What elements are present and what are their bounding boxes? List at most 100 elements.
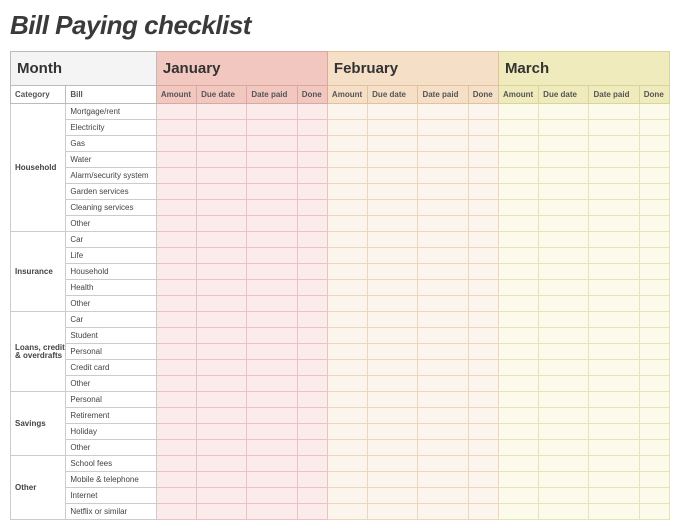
data-cell[interactable] <box>418 312 468 328</box>
data-cell[interactable] <box>368 232 418 248</box>
data-cell[interactable] <box>468 312 498 328</box>
data-cell[interactable] <box>589 120 639 136</box>
data-cell[interactable] <box>539 216 589 232</box>
data-cell[interactable] <box>498 152 538 168</box>
data-cell[interactable] <box>589 152 639 168</box>
data-cell[interactable] <box>368 120 418 136</box>
data-cell[interactable] <box>327 488 367 504</box>
data-cell[interactable] <box>156 376 196 392</box>
data-cell[interactable] <box>297 152 327 168</box>
data-cell[interactable] <box>327 440 367 456</box>
data-cell[interactable] <box>639 344 669 360</box>
data-cell[interactable] <box>418 264 468 280</box>
data-cell[interactable] <box>589 392 639 408</box>
data-cell[interactable] <box>639 248 669 264</box>
data-cell[interactable] <box>297 104 327 120</box>
data-cell[interactable] <box>156 264 196 280</box>
data-cell[interactable] <box>247 312 297 328</box>
data-cell[interactable] <box>297 312 327 328</box>
data-cell[interactable] <box>418 168 468 184</box>
data-cell[interactable] <box>197 488 247 504</box>
data-cell[interactable] <box>297 280 327 296</box>
data-cell[interactable] <box>368 360 418 376</box>
data-cell[interactable] <box>418 232 468 248</box>
data-cell[interactable] <box>297 264 327 280</box>
data-cell[interactable] <box>418 104 468 120</box>
data-cell[interactable] <box>327 280 367 296</box>
data-cell[interactable] <box>297 168 327 184</box>
data-cell[interactable] <box>539 504 589 520</box>
data-cell[interactable] <box>498 376 538 392</box>
data-cell[interactable] <box>418 488 468 504</box>
data-cell[interactable] <box>498 344 538 360</box>
data-cell[interactable] <box>639 280 669 296</box>
data-cell[interactable] <box>468 296 498 312</box>
data-cell[interactable] <box>639 328 669 344</box>
data-cell[interactable] <box>418 120 468 136</box>
data-cell[interactable] <box>539 456 589 472</box>
data-cell[interactable] <box>498 104 538 120</box>
data-cell[interactable] <box>247 488 297 504</box>
data-cell[interactable] <box>468 328 498 344</box>
data-cell[interactable] <box>156 232 196 248</box>
data-cell[interactable] <box>197 344 247 360</box>
data-cell[interactable] <box>639 168 669 184</box>
data-cell[interactable] <box>498 168 538 184</box>
data-cell[interactable] <box>197 312 247 328</box>
data-cell[interactable] <box>418 392 468 408</box>
data-cell[interactable] <box>197 152 247 168</box>
data-cell[interactable] <box>247 392 297 408</box>
data-cell[interactable] <box>297 504 327 520</box>
data-cell[interactable] <box>156 472 196 488</box>
data-cell[interactable] <box>589 168 639 184</box>
data-cell[interactable] <box>468 152 498 168</box>
data-cell[interactable] <box>639 360 669 376</box>
data-cell[interactable] <box>156 328 196 344</box>
data-cell[interactable] <box>247 168 297 184</box>
data-cell[interactable] <box>418 456 468 472</box>
data-cell[interactable] <box>639 312 669 328</box>
data-cell[interactable] <box>197 408 247 424</box>
data-cell[interactable] <box>498 312 538 328</box>
data-cell[interactable] <box>418 200 468 216</box>
data-cell[interactable] <box>539 184 589 200</box>
data-cell[interactable] <box>539 248 589 264</box>
data-cell[interactable] <box>468 360 498 376</box>
data-cell[interactable] <box>197 104 247 120</box>
data-cell[interactable] <box>639 184 669 200</box>
data-cell[interactable] <box>468 168 498 184</box>
data-cell[interactable] <box>418 344 468 360</box>
data-cell[interactable] <box>498 504 538 520</box>
data-cell[interactable] <box>197 504 247 520</box>
data-cell[interactable] <box>498 232 538 248</box>
data-cell[interactable] <box>297 472 327 488</box>
data-cell[interactable] <box>589 248 639 264</box>
data-cell[interactable] <box>197 440 247 456</box>
data-cell[interactable] <box>418 216 468 232</box>
data-cell[interactable] <box>539 200 589 216</box>
data-cell[interactable] <box>539 168 589 184</box>
data-cell[interactable] <box>418 360 468 376</box>
data-cell[interactable] <box>539 360 589 376</box>
data-cell[interactable] <box>589 264 639 280</box>
data-cell[interactable] <box>589 344 639 360</box>
data-cell[interactable] <box>498 264 538 280</box>
data-cell[interactable] <box>247 280 297 296</box>
data-cell[interactable] <box>368 152 418 168</box>
data-cell[interactable] <box>297 232 327 248</box>
data-cell[interactable] <box>247 200 297 216</box>
data-cell[interactable] <box>498 408 538 424</box>
data-cell[interactable] <box>297 216 327 232</box>
data-cell[interactable] <box>327 136 367 152</box>
data-cell[interactable] <box>468 408 498 424</box>
data-cell[interactable] <box>418 472 468 488</box>
data-cell[interactable] <box>156 104 196 120</box>
data-cell[interactable] <box>468 504 498 520</box>
data-cell[interactable] <box>639 472 669 488</box>
data-cell[interactable] <box>368 472 418 488</box>
data-cell[interactable] <box>368 168 418 184</box>
data-cell[interactable] <box>327 296 367 312</box>
data-cell[interactable] <box>297 296 327 312</box>
data-cell[interactable] <box>468 136 498 152</box>
data-cell[interactable] <box>498 216 538 232</box>
